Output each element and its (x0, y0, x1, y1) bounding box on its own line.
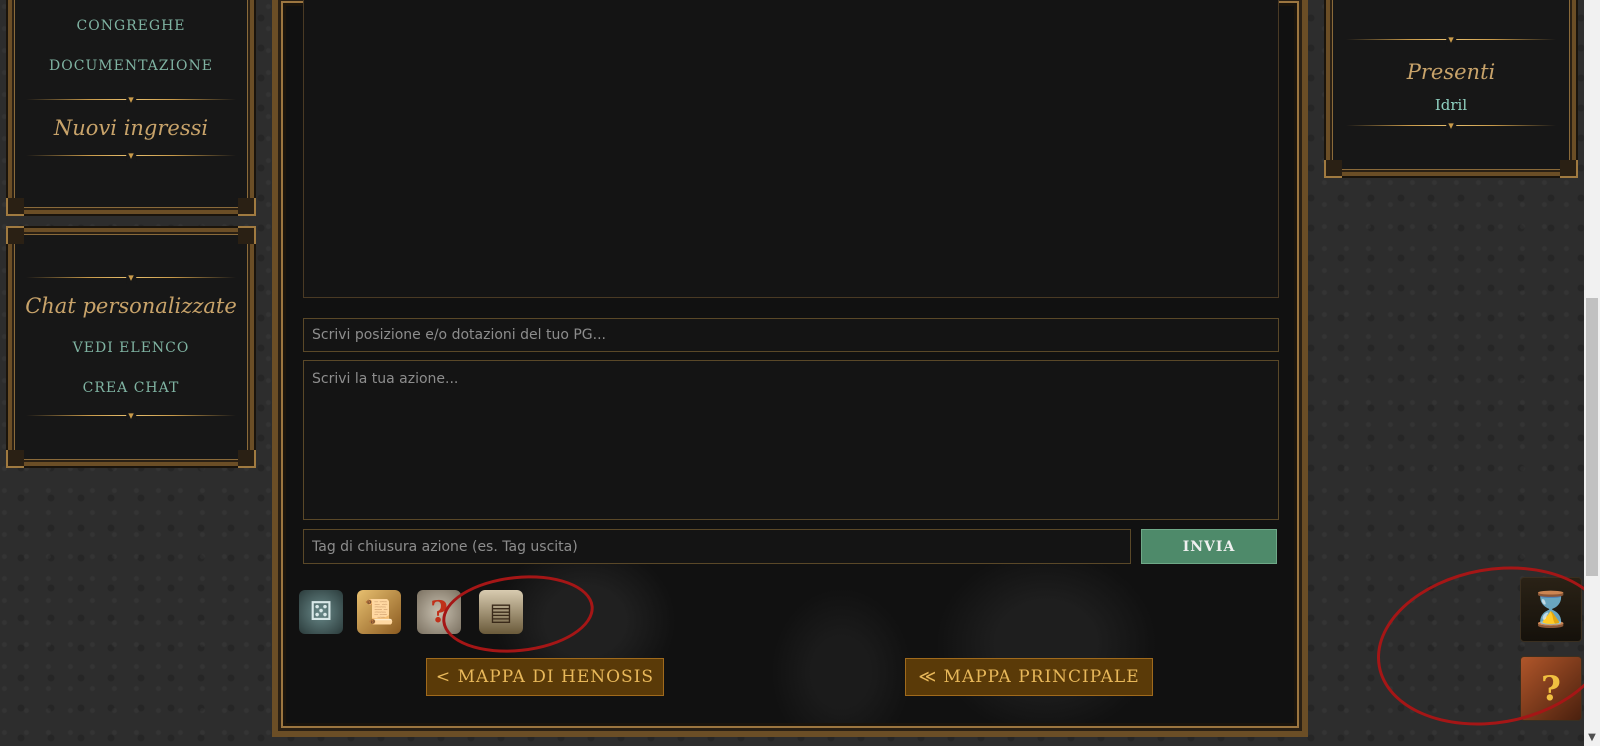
scroll-down-arrow-icon[interactable]: ▼ (1584, 730, 1600, 746)
chat-frame: INVIA ⚄ 📜 ? ▤ < MAPPA DI HENOSIS ≪ MAPPA… (272, 0, 1308, 737)
divider: ▾ (26, 272, 236, 284)
divider: ▾ (26, 94, 236, 106)
scroll-icon[interactable]: 📜 (357, 590, 401, 634)
panel-corner (1324, 160, 1342, 178)
panel-corner (6, 226, 24, 244)
chat-log[interactable] (303, 0, 1279, 298)
map-henosis-button[interactable]: < MAPPA DI HENOSIS (426, 658, 664, 696)
send-button[interactable]: INVIA (1141, 529, 1277, 564)
scrollbar-thumb[interactable] (1586, 298, 1598, 576)
closing-tag-input[interactable] (303, 529, 1131, 564)
map-main-button[interactable]: ≪ MAPPA PRINCIPALE (905, 658, 1153, 696)
panel-corner (1560, 160, 1578, 178)
divider: ▾ (1346, 120, 1556, 132)
nav-link-crea-chat[interactable]: CREA CHAT (12, 368, 250, 408)
divider: ▾ (1346, 34, 1556, 46)
chest-icon[interactable]: ▤ (479, 590, 523, 634)
action-textarea[interactable] (303, 360, 1279, 520)
help-book-icon[interactable]: ? (1520, 656, 1582, 721)
present-users-panel: ▾ Presenti Idril ▾ (1324, 0, 1578, 178)
panel-corner (6, 198, 24, 216)
help-icon[interactable]: ? (417, 590, 461, 634)
dice-icon[interactable]: ⚄ (299, 590, 343, 634)
panel-corner (238, 226, 256, 244)
custom-chat-heading: Chat personalizzate (25, 294, 237, 318)
divider: ▾ (26, 410, 236, 422)
new-entries-heading: Nuovi ingressi (53, 116, 209, 140)
position-input[interactable] (303, 318, 1279, 352)
present-heading: Presenti (1406, 60, 1496, 84)
scrollbar[interactable]: ▼ (1584, 0, 1600, 746)
custom-chat-panel: ▾ Chat personalizzate VEDI ELENCO CREA C… (6, 226, 256, 468)
panel-corner (238, 198, 256, 216)
nav-link-documentazione[interactable]: DOCUMENTAZIONE (12, 46, 250, 86)
nav-link-congreghe[interactable]: CONGREGHE (12, 6, 250, 46)
present-user-link[interactable]: Idril (1330, 94, 1572, 116)
panel-corner (238, 450, 256, 468)
hourglass-scroll-icon[interactable]: ⌛ (1520, 577, 1582, 642)
left-nav-panel: CONGREGHE DOCUMENTAZIONE ▾ Nuovi ingress… (6, 0, 256, 216)
nav-link-vedi-elenco[interactable]: VEDI ELENCO (12, 328, 250, 368)
panel-corner (6, 450, 24, 468)
divider: ▾ (26, 150, 236, 162)
